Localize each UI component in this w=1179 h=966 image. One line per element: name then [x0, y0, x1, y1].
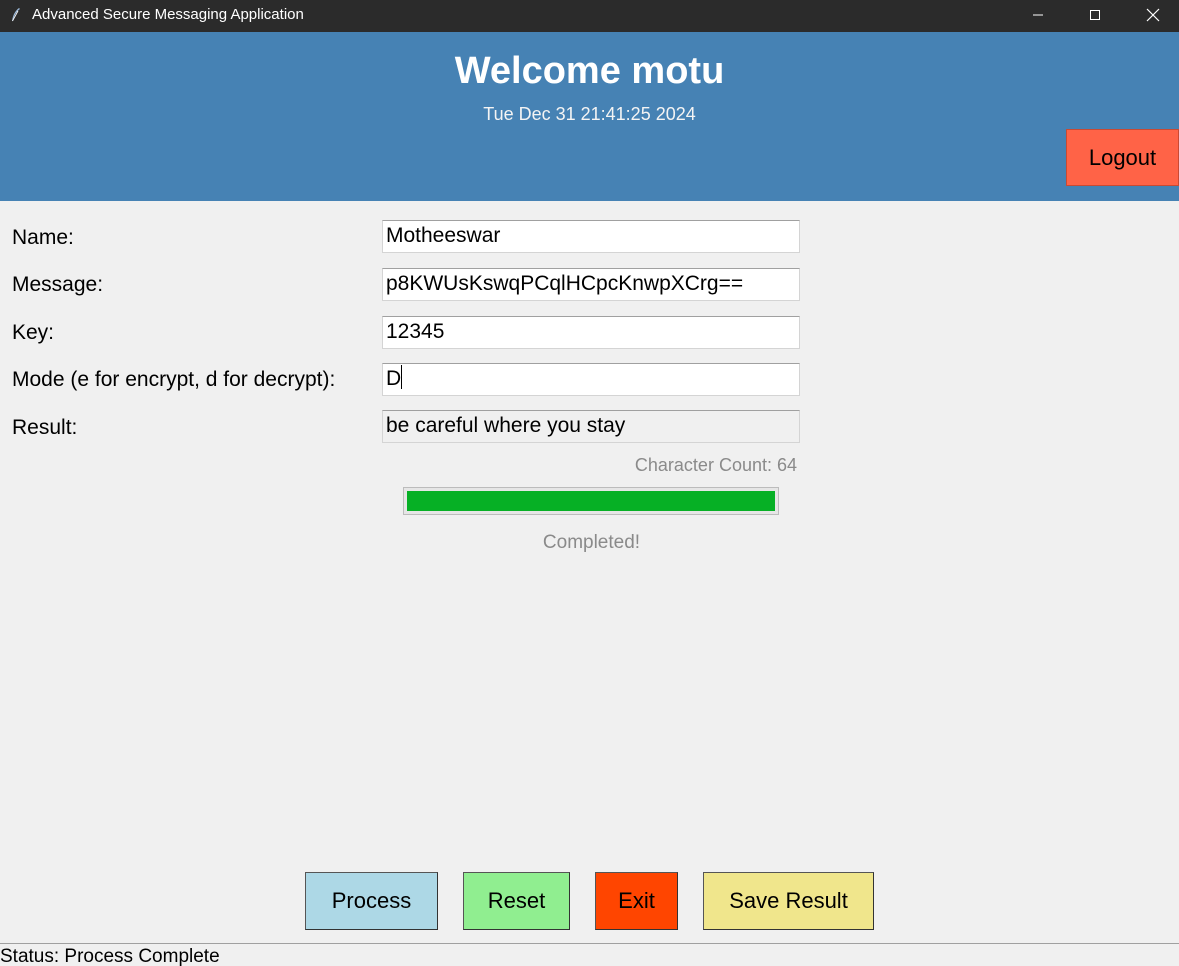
progress-status-text: Completed! — [542, 532, 641, 553]
title-bar: Advanced Secure Messaging Application — [0, 0, 1179, 32]
window-title: Advanced Secure Messaging Application — [32, 6, 304, 23]
mode-label: Mode (e for encrypt, d for decrypt): — [12, 368, 336, 391]
close-icon — [1146, 8, 1160, 22]
mode-field[interactable]: D — [382, 363, 800, 396]
feather-icon — [8, 7, 24, 23]
message-label: Message: — [12, 273, 104, 296]
welcome-heading: Welcome motu — [454, 50, 725, 92]
mode-value: D — [386, 367, 402, 390]
character-count: Character Count: 64 — [634, 455, 797, 475]
header-banner: Welcome motu Tue Dec 31 21:41:25 2024 Lo… — [0, 32, 1179, 201]
result-field[interactable]: be careful where you stay — [382, 410, 800, 443]
name-label: Name: — [12, 226, 74, 249]
key-field[interactable]: 12345 — [382, 316, 800, 349]
save-result-button[interactable]: Save Result — [703, 872, 874, 930]
minimize-icon — [1033, 14, 1043, 16]
status-bar: Status: Process Complete — [0, 943, 1179, 966]
minimize-button[interactable] — [1009, 0, 1067, 30]
name-field[interactable]: Motheeswar — [382, 220, 800, 253]
message-field[interactable]: p8KWUsKswqPCqlHCpcKnwpXCrg== — [382, 268, 800, 301]
result-label: Result: — [12, 416, 78, 439]
text-cursor — [401, 365, 403, 389]
logout-button[interactable]: Logout — [1066, 129, 1179, 186]
progress-fill — [407, 491, 775, 511]
app-window: Advanced Secure Messaging Application We… — [0, 0, 1179, 966]
close-button[interactable] — [1124, 0, 1179, 30]
maximize-button[interactable] — [1066, 0, 1124, 30]
reset-button[interactable]: Reset — [463, 872, 570, 930]
exit-button[interactable]: Exit — [595, 872, 678, 930]
progress-bar — [403, 487, 779, 515]
maximize-icon — [1090, 10, 1100, 20]
process-button[interactable]: Process — [305, 872, 438, 930]
key-label: Key: — [12, 321, 55, 344]
datetime-label: Tue Dec 31 21:41:25 2024 — [483, 104, 696, 124]
